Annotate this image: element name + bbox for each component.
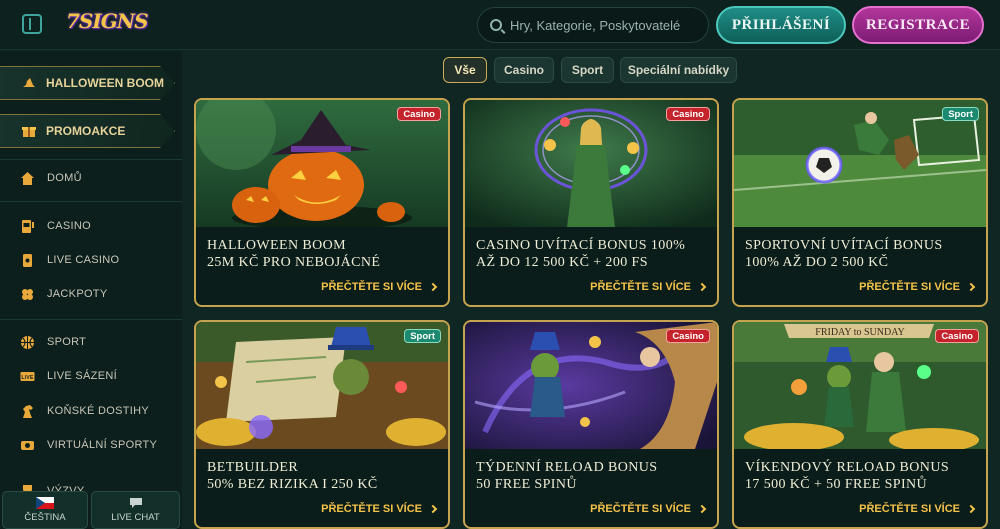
site-logo[interactable]: 7SIGNS [66,9,149,33]
svg-text:LIVE: LIVE [21,375,34,381]
read-more-link[interactable]: PŘEČTĚTE SI VÍCE [590,503,707,515]
promo-card-weekly-reload[interactable]: Casino TÝDENNÍ RELOAD BONUS 50 FREE SPINŮ… [463,320,719,529]
read-more-link[interactable]: PŘEČTĚTE SI VÍCE [321,281,438,293]
sidebar-item-label: LIVE CASINO [47,254,120,266]
live-chat-button[interactable]: LIVE CHAT [91,491,180,529]
home-icon [21,171,34,185]
live-icon: LIVE [20,371,35,381]
promo-card-betbuilder[interactable]: Sport BETBUILDER 50% BEZ RIZIKA I 250 KČ … [194,320,450,529]
sidebar-item-horse-racing[interactable]: KOŇSKÉ DOSTIHY [20,401,149,421]
sidebar-item-sport[interactable]: SPORT [20,332,86,352]
card-title: VÍKENDOVÝ RELOAD BONUS 17 500 KČ + 50 FRE… [745,460,950,492]
sidebar-item-label: DOMŮ [47,172,82,184]
chevron-right-icon [697,504,707,514]
category-badge: Casino [397,107,441,121]
sidebar-divider [0,319,182,320]
top-header: 7SIGNS PŘIHLÁŠENÍ REGISTRACE [0,0,1000,50]
promo-card-weekend-reload[interactable]: FRIDAY to SUNDAY Casino VÍKENDOVÝ RELOAD… [732,320,988,529]
read-more-link[interactable]: PŘEČTĚTE SI VÍCE [590,281,707,293]
sidebar-item-virtual-sports[interactable]: VIRTUÁLNÍ SPORTY [20,435,157,455]
sidebar: HALLOWEEN BOOM PROMOAKCE DOMŮ CASINO LIV… [0,51,182,529]
promo-card-casino-welcome[interactable]: Casino CASINO UVÍTACÍ BONUS 100% AŽ DO 12… [463,98,719,307]
chat-bubble-icon [129,498,142,508]
sidebar-promo-label: PROMOAKCE [46,124,126,138]
search-icon [490,19,502,31]
sidebar-item-label: SPORT [47,336,87,348]
sidebar-item-label: KOŇSKÉ DOSTIHY [47,405,149,417]
sidebar-item-home[interactable]: DOMŮ [20,168,82,188]
tab-all[interactable]: Vše [443,57,487,83]
sidebar-item-casino[interactable]: CASINO [20,216,91,236]
chevron-right-icon [966,504,976,514]
category-badge: Casino [935,329,979,343]
read-more-link[interactable]: PŘEČTĚTE SI VÍCE [859,503,976,515]
sidebar-divider [0,201,182,202]
live-chat-label: LIVE CHAT [111,512,160,523]
language-button[interactable]: ČEŠTINA [2,491,88,529]
sidebar-divider [0,159,182,160]
tab-special-offers[interactable]: Speciální nabídky [620,57,737,83]
promo-card-halloween-boom[interactable]: Casino HALLOWEEN BOOM 25M KČ PRO NEBOJÁCN… [194,98,450,307]
sidebar-promo-halloween-boom[interactable]: HALLOWEEN BOOM [0,66,175,100]
category-badge: Casino [666,329,710,343]
sidebar-item-label: JACKPOTY [47,288,108,300]
sidebar-item-jackpots[interactable]: JACKPOTY [20,284,107,304]
clover-icon [22,288,33,300]
witch-hat-icon [23,78,35,87]
czech-flag-icon [36,497,54,509]
virtual-sport-icon [21,440,34,450]
tab-sport[interactable]: Sport [561,57,614,83]
card-title: HALLOWEEN BOOM 25M KČ PRO NEBOJÁCNÉ [207,238,381,270]
weekend-banner: FRIDAY to SUNDAY [815,327,904,338]
category-badge: Casino [666,107,710,121]
sidebar-item-live-casino[interactable]: LIVE CASINO [20,250,119,270]
card-title: BETBUILDER 50% BEZ RIZIKA I 250 KČ [207,460,378,492]
chevron-right-icon [428,504,438,514]
basketball-icon [21,335,34,349]
slot-machine-icon [22,219,34,233]
gift-icon [22,127,36,137]
chevron-right-icon [697,282,707,292]
promo-card-sport-welcome[interactable]: Sport SPORTOVNÍ UVÍTACÍ BONUS 100% AŽ DO … [732,98,988,307]
card-title: CASINO UVÍTACÍ BONUS 100% AŽ DO 12 500 KČ… [476,238,686,270]
search-bar[interactable] [477,7,709,43]
sidebar-promo-promoakce[interactable]: PROMOAKCE [0,114,175,148]
card-title: SPORTOVNÍ UVÍTACÍ BONUS 100% AŽ DO 2 500 … [745,238,943,270]
read-more-link[interactable]: PŘEČTĚTE SI VÍCE [321,503,438,515]
login-button[interactable]: PŘIHLÁŠENÍ [716,6,846,44]
sidebar-item-label: CASINO [47,220,91,232]
category-badge: Sport [942,107,979,121]
card-title: TÝDENNÍ RELOAD BONUS 50 FREE SPINŮ [476,460,658,492]
sidebar-item-label: LIVE SÁZENÍ [47,370,117,382]
chevron-right-icon [966,282,976,292]
cards-icon [23,253,32,267]
language-label: ČEŠTINA [24,512,66,523]
register-button[interactable]: REGISTRACE [852,6,984,44]
sidebar-item-label: VIRTUÁLNÍ SPORTY [47,439,158,451]
sidebar-toggle-icon[interactable] [22,14,42,34]
chevron-right-icon [428,282,438,292]
category-badge: Sport [404,329,441,343]
sidebar-promo-label: HALLOWEEN BOOM [46,76,164,90]
search-input[interactable] [510,17,695,33]
sidebar-item-live-betting[interactable]: LIVE LIVE SÁZENÍ [20,366,117,386]
read-more-link[interactable]: PŘEČTĚTE SI VÍCE [859,281,976,293]
tab-casino[interactable]: Casino [494,57,554,83]
horse-icon [23,404,33,418]
